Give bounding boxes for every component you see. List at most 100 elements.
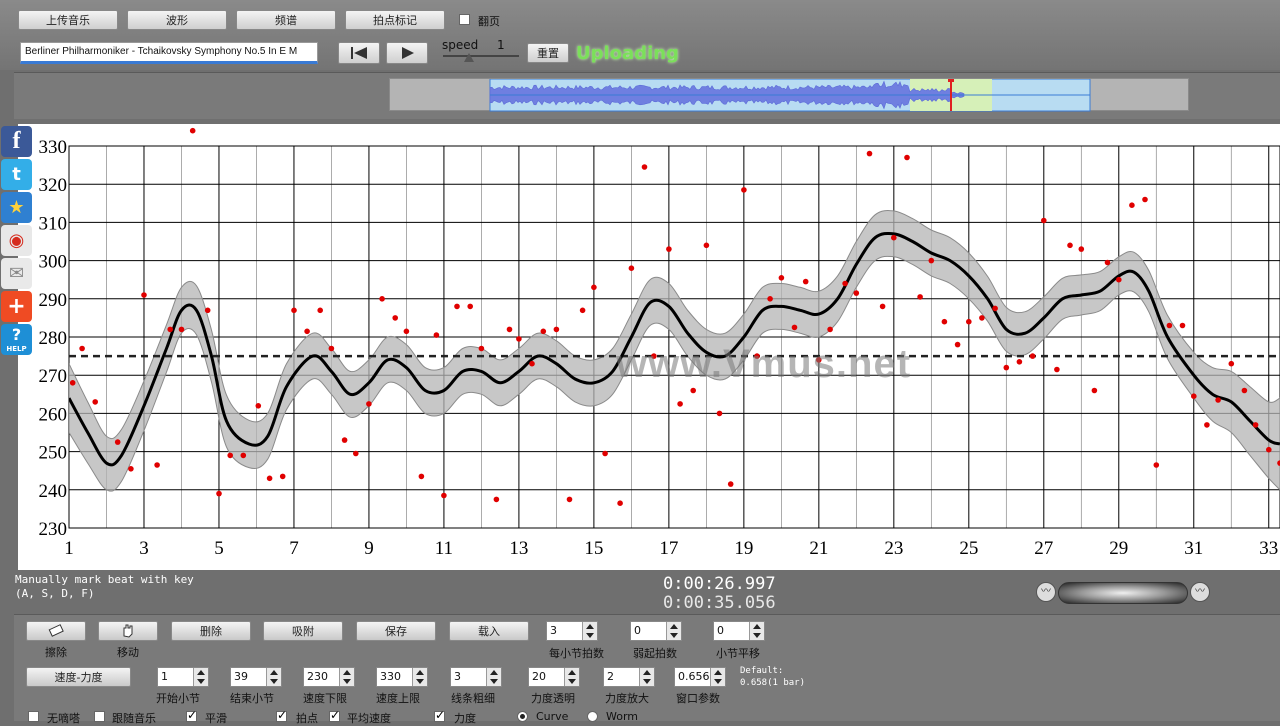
follow-music-checkbox[interactable] bbox=[94, 711, 105, 722]
stepper-arrows-icon[interactable] bbox=[710, 668, 725, 686]
beat-point bbox=[478, 345, 485, 352]
waveform-overview[interactable] bbox=[389, 78, 1189, 112]
stepper-arrows-icon[interactable] bbox=[193, 668, 208, 686]
speed-slider-track[interactable] bbox=[443, 55, 519, 57]
beat-point bbox=[703, 242, 710, 249]
dyn-opacity-input[interactable]: 20 bbox=[528, 667, 580, 687]
snap-button[interactable]: 吸附 bbox=[263, 621, 343, 641]
favorite-icon[interactable]: ★ bbox=[1, 192, 32, 223]
beat-point bbox=[827, 326, 833, 333]
beat-point bbox=[291, 307, 297, 314]
beat-point bbox=[879, 303, 886, 310]
spectrum-button[interactable]: 频谱 bbox=[236, 10, 336, 30]
move-button[interactable] bbox=[98, 621, 158, 641]
y-tick-label: 260 bbox=[39, 404, 68, 425]
beat-point bbox=[216, 490, 222, 497]
pickup-beats-input[interactable]: 0 bbox=[630, 621, 682, 641]
volume-slider[interactable] bbox=[1058, 582, 1188, 604]
beat-point bbox=[891, 234, 897, 241]
x-tick-label: 13 bbox=[509, 538, 528, 559]
hint-line-2: (A, S, D, F) bbox=[15, 587, 95, 600]
beat-point bbox=[328, 345, 335, 352]
control-panel: 擦除 移动 删除 吸附 保存 载入 3 每小节拍数 0 弱起拍数 0 小节平移 … bbox=[14, 614, 1280, 725]
y-tick-label: 330 bbox=[39, 137, 68, 158]
bar-offset-input[interactable]: 0 bbox=[713, 621, 765, 641]
volume-high-icon[interactable]: 〰 bbox=[1190, 582, 1210, 602]
end-bar-input[interactable]: 39 bbox=[230, 667, 282, 687]
y-tick-label: 250 bbox=[39, 443, 68, 464]
tempo-dynamics-button[interactable]: 速度-力度 bbox=[26, 667, 131, 687]
total-time: 0:00:35.056 bbox=[663, 593, 776, 613]
beat-point bbox=[917, 294, 923, 300]
beat-points-checkbox[interactable] bbox=[276, 708, 287, 722]
beat-point bbox=[716, 410, 723, 417]
stepper-arrows-icon[interactable] bbox=[412, 668, 427, 686]
save-button[interactable]: 保存 bbox=[356, 621, 436, 641]
page-turn-checkbox[interactable] bbox=[459, 14, 470, 25]
stepper-arrows-icon[interactable] bbox=[666, 622, 681, 640]
avg-tempo-label: 平均速度 bbox=[347, 712, 391, 725]
stepper-arrows-icon[interactable] bbox=[582, 622, 597, 640]
beats-per-bar-input[interactable]: 3 bbox=[546, 621, 598, 641]
beat-point bbox=[1153, 462, 1160, 468]
stepper-arrows-icon[interactable] bbox=[749, 622, 764, 640]
window-value: 0.65674 bbox=[678, 670, 712, 683]
tempo-max-label: 速度上限 bbox=[376, 692, 420, 705]
speed-slider-thumb[interactable] bbox=[464, 53, 474, 62]
beat-point bbox=[128, 466, 134, 472]
reset-button[interactable]: 重置 bbox=[527, 43, 569, 63]
smooth-checkbox[interactable] bbox=[186, 708, 197, 722]
play-button[interactable] bbox=[386, 42, 428, 64]
erase-button[interactable] bbox=[26, 621, 86, 641]
delete-button[interactable]: 删除 bbox=[171, 621, 251, 641]
line-width-input[interactable]: 3 bbox=[450, 667, 502, 687]
beat-point bbox=[92, 399, 98, 405]
x-tick-label: 19 bbox=[734, 538, 753, 559]
mail-icon[interactable]: ✉ bbox=[1, 258, 32, 289]
volume-low-icon[interactable]: 〰 bbox=[1036, 582, 1056, 602]
no-click-checkbox[interactable] bbox=[28, 711, 39, 722]
stepper-arrows-icon[interactable] bbox=[339, 668, 354, 686]
previous-button[interactable] bbox=[338, 42, 380, 64]
x-tick-label: 1 bbox=[64, 538, 74, 559]
waveform-button[interactable]: 波形 bbox=[127, 10, 227, 30]
weibo-icon[interactable]: ◉ bbox=[1, 225, 32, 256]
facebook-icon[interactable]: f bbox=[1, 126, 32, 157]
worm-radio[interactable] bbox=[587, 711, 598, 722]
twitter-icon[interactable]: t bbox=[1, 159, 32, 190]
x-tick-label: 15 bbox=[584, 538, 603, 559]
beat-point bbox=[141, 292, 147, 298]
upload-music-button[interactable]: 上传音乐 bbox=[18, 10, 118, 30]
stepper-arrows-icon[interactable] bbox=[266, 668, 281, 686]
bar-offset-value: 0 bbox=[717, 624, 724, 637]
stepper-arrows-icon[interactable] bbox=[486, 668, 501, 686]
dynamics-checkbox[interactable] bbox=[434, 708, 445, 722]
curve-radio[interactable] bbox=[517, 711, 528, 722]
window-input[interactable]: 0.65674 bbox=[674, 667, 726, 687]
beat-point bbox=[467, 303, 474, 310]
help-icon[interactable]: ? HELP bbox=[1, 324, 32, 355]
x-tick-label: 17 bbox=[659, 538, 678, 559]
mark-beats-button[interactable]: 拍点标记 bbox=[345, 10, 445, 30]
load-button[interactable]: 载入 bbox=[449, 621, 529, 641]
start-bar-value: 1 bbox=[161, 670, 168, 683]
add-icon[interactable]: + bbox=[1, 291, 32, 322]
y-tick-label: 300 bbox=[39, 252, 68, 273]
tempo-max-input[interactable]: 330 bbox=[376, 667, 428, 687]
start-bar-input[interactable]: 1 bbox=[157, 667, 209, 687]
info-bar: Manually mark beat with key (A, S, D, F)… bbox=[0, 570, 1280, 614]
skip-back-icon bbox=[351, 47, 367, 59]
song-title-field[interactable]: Berliner Philharmoniker - Tchaikovsky Sy… bbox=[20, 42, 318, 64]
window-label: 窗口参数 bbox=[676, 692, 720, 705]
social-sidebar: f t ★ ◉ ✉ + ? HELP bbox=[0, 124, 34, 355]
stepper-arrows-icon[interactable] bbox=[564, 668, 579, 686]
beat-point bbox=[529, 360, 535, 367]
avg-tempo-checkbox[interactable] bbox=[329, 708, 340, 722]
beat-point bbox=[1204, 422, 1210, 428]
beat-point bbox=[690, 387, 696, 394]
tempo-min-input[interactable]: 230 bbox=[303, 667, 355, 687]
stepper-arrows-icon[interactable] bbox=[639, 668, 654, 686]
default-line-2: 0.658(1 bar) bbox=[740, 678, 806, 688]
dyn-scale-input[interactable]: 2 bbox=[603, 667, 655, 687]
beat-point bbox=[227, 452, 233, 459]
